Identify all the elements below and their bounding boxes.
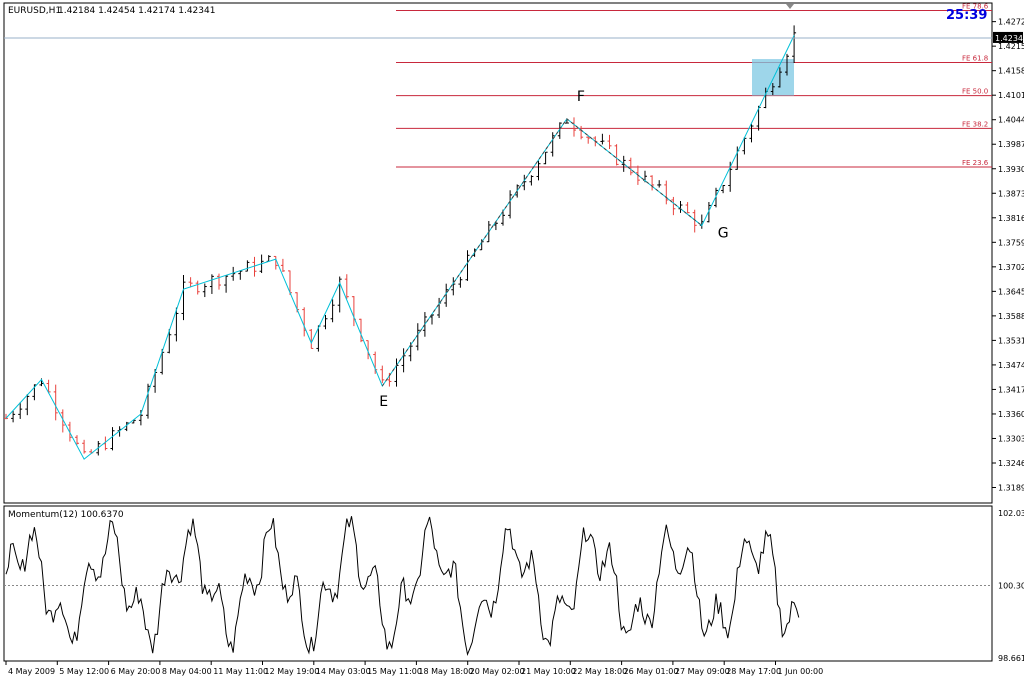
price-tick-label: 1.37590 bbox=[998, 238, 1024, 247]
chart-window: FE 78.6 FE 61.8 FE 50.0 FE 38.2 FE 23.6 EFG … bbox=[0, 0, 1024, 679]
time-tick-label: 18 May 18:00 bbox=[418, 667, 473, 676]
price-tick-label: 1.40440 bbox=[998, 116, 1024, 125]
timer-label: 25:39 bbox=[946, 8, 987, 23]
price-tick-label: 1.39300 bbox=[998, 165, 1024, 174]
time-tick-label: 4 May 2009 bbox=[8, 667, 55, 676]
price-tick-label: 1.34740 bbox=[998, 361, 1024, 370]
time-tick-label: 14 May 03:00 bbox=[316, 667, 371, 676]
price-chart[interactable]: FE 78.6FE 61.8FE 50.0FE 38.2FE 23.6 EFG … bbox=[0, 0, 1024, 679]
time-tick-label: 15 May 11:00 bbox=[367, 667, 422, 676]
ohlc-label: 1.42184 1.42454 1.42174 1.42341 bbox=[58, 6, 215, 16]
price-tick-label: 1.36450 bbox=[998, 287, 1024, 296]
time-tick-label: 27 May 09:00 bbox=[675, 667, 730, 676]
time-tick-label: 5 May 12:00 bbox=[59, 667, 109, 676]
fib-level-label: FE 50.0 bbox=[962, 88, 988, 96]
price-tick-label: 1.35880 bbox=[998, 312, 1024, 321]
current-price-text: 1.42341 bbox=[995, 34, 1024, 43]
price-tick-label: 1.42150 bbox=[998, 42, 1024, 51]
price-tick-label: 1.35310 bbox=[998, 336, 1024, 345]
price-tick-label: 1.41580 bbox=[998, 67, 1024, 76]
price-tick-label: 1.39870 bbox=[998, 140, 1024, 149]
time-tick-label: 21 May 10:00 bbox=[521, 667, 576, 676]
price-tick-label: 1.42720 bbox=[998, 18, 1024, 27]
time-tick-label: 6 May 20:00 bbox=[111, 667, 161, 676]
time-tick-label: 22 May 18:00 bbox=[572, 667, 627, 676]
pivot-label: F bbox=[577, 89, 585, 105]
price-tick-label: 1.31890 bbox=[998, 484, 1024, 493]
time-tick-label: 20 May 02:00 bbox=[470, 667, 525, 676]
price-tick-label: 1.33600 bbox=[998, 410, 1024, 419]
chart-background bbox=[0, 0, 1024, 679]
price-tick-label: 1.37020 bbox=[998, 263, 1024, 272]
fib-level-label: FE 23.6 bbox=[962, 159, 989, 167]
price-tick-label: 1.38160 bbox=[998, 214, 1024, 223]
fib-level-label: FE 61.8 bbox=[962, 55, 988, 63]
price-tick-label: 1.38730 bbox=[998, 189, 1024, 198]
time-tick-label: 12 May 19:00 bbox=[265, 667, 320, 676]
fib-level-label: FE 38.2 bbox=[962, 120, 988, 128]
price-tick-label: 1.34170 bbox=[998, 385, 1024, 394]
time-tick-label: 1 Jun 00:00 bbox=[778, 667, 824, 676]
price-tick-label: 1.32460 bbox=[998, 459, 1024, 468]
time-tick-label: 28 May 17:00 bbox=[726, 667, 781, 676]
time-tick-label: 11 May 11:00 bbox=[213, 667, 268, 676]
pivot-label: G bbox=[718, 226, 729, 242]
time-tick-label: 26 May 01:00 bbox=[624, 667, 679, 676]
indicator-title: Momentum(12) 100.6370 bbox=[8, 510, 124, 520]
pivot-label: E bbox=[379, 394, 388, 410]
time-tick-label: 8 May 04:00 bbox=[162, 667, 212, 676]
momentum-tick-label: 98.6615 bbox=[998, 654, 1024, 663]
price-tick-label: 1.41010 bbox=[998, 91, 1024, 100]
momentum-tick-label: 102.037 bbox=[998, 509, 1024, 518]
momentum-tick-label: 100.3048 bbox=[998, 582, 1024, 591]
price-tick-label: 1.33030 bbox=[998, 434, 1024, 443]
symbol-label: EURUSD,H1 bbox=[8, 6, 61, 16]
